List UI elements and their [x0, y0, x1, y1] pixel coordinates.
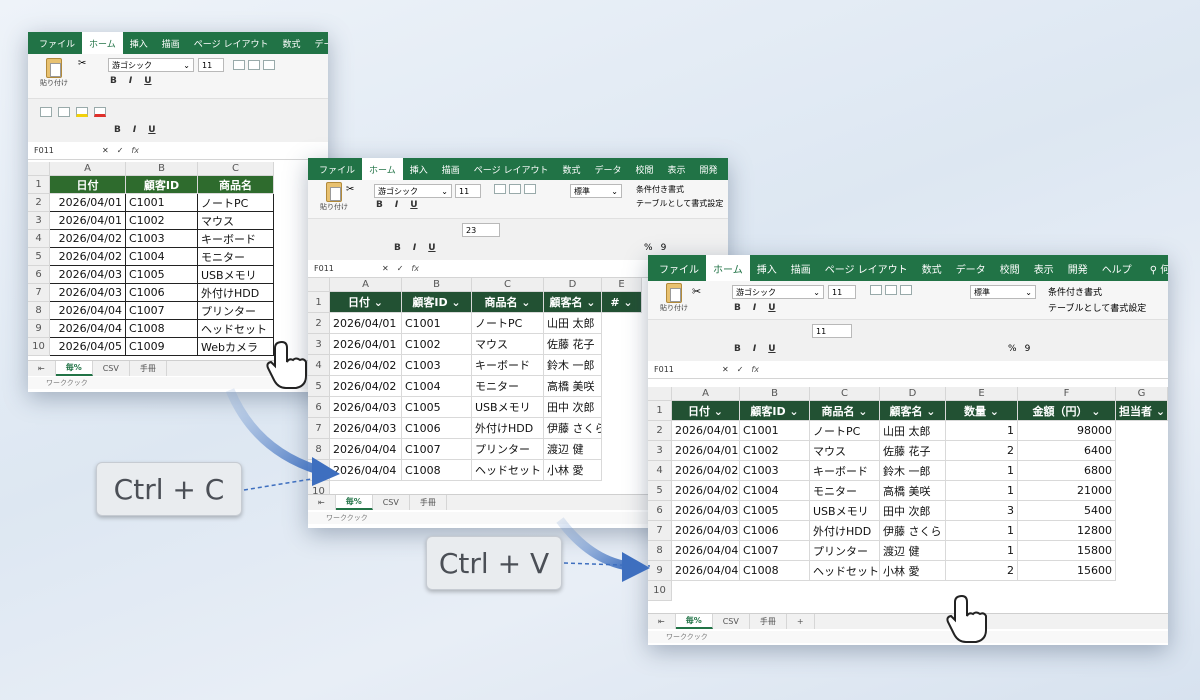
flow-arrows	[225, 340, 987, 643]
hand-cursor-icon	[946, 594, 987, 643]
ctrl-c-key: Ctrl + C	[96, 462, 242, 516]
hand-cursor-icon	[266, 340, 307, 389]
copy-arrow	[225, 388, 320, 475]
paste-arrowhead	[622, 552, 650, 582]
ctrl-v-key: Ctrl + V	[426, 536, 562, 590]
copy-arrowhead	[312, 457, 340, 486]
paste-arrow	[556, 517, 629, 571]
